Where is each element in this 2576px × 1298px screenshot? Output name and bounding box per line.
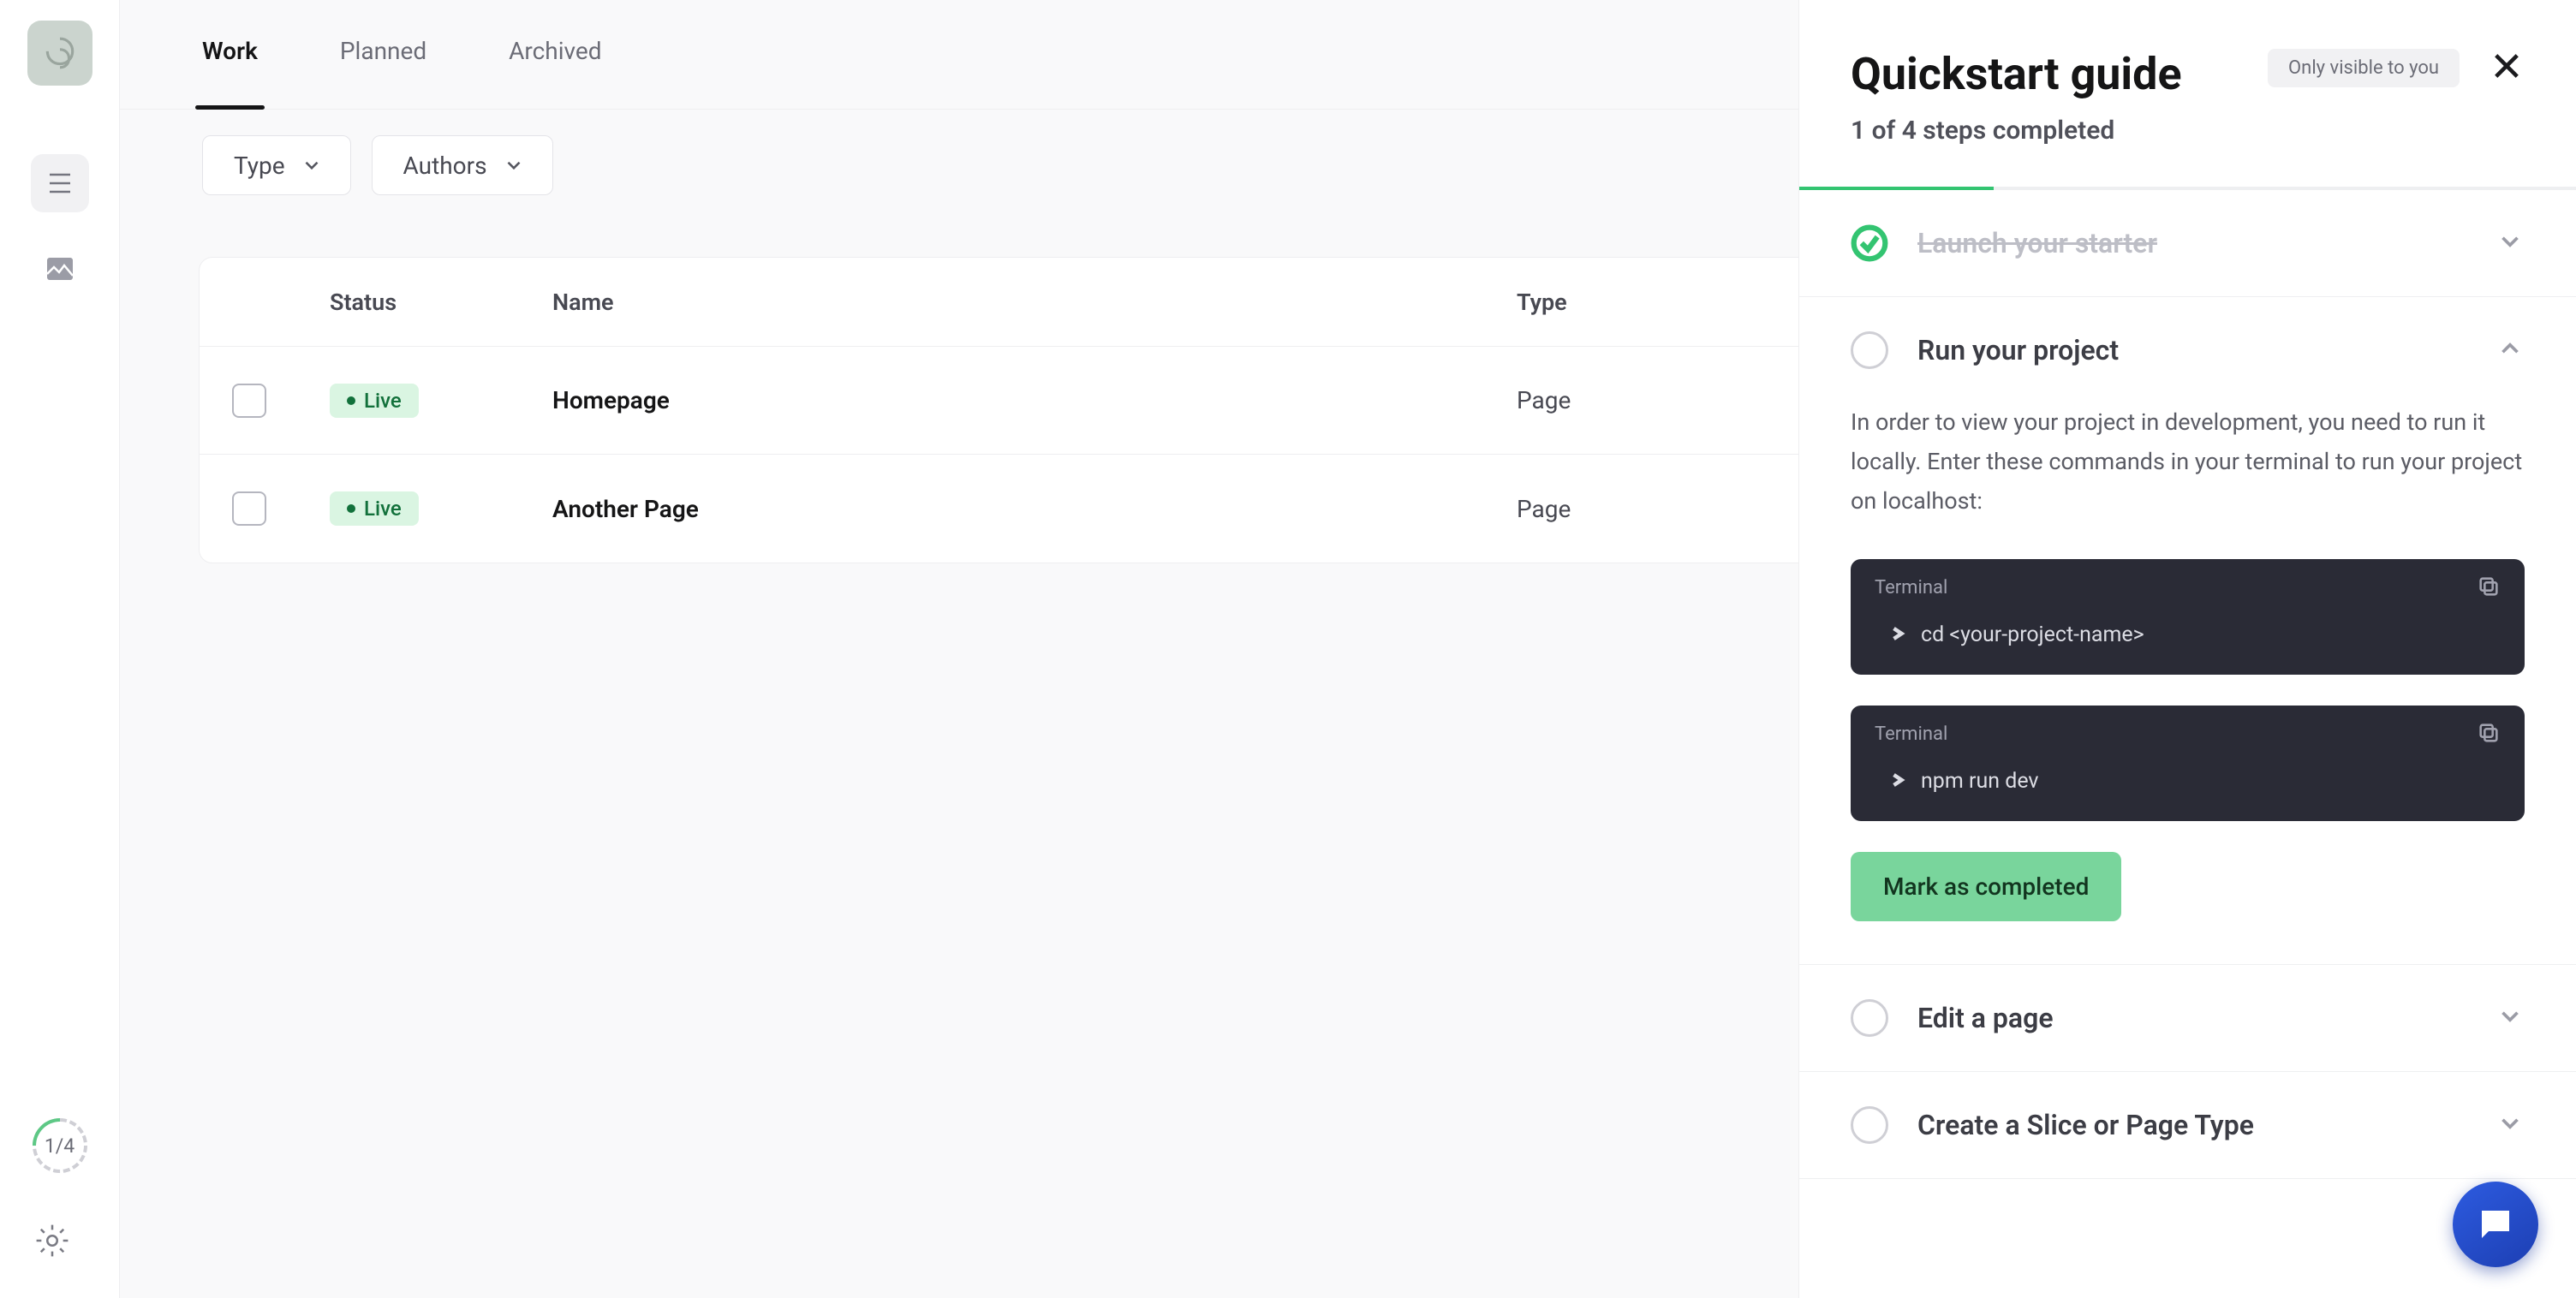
- step-edit-page: Edit a page: [1799, 965, 2576, 1072]
- progress-track: [1799, 187, 2576, 190]
- row-checkbox[interactable]: [232, 491, 266, 526]
- table-row[interactable]: Live Another Page Page: [200, 455, 1876, 563]
- status-badge: Live: [330, 491, 419, 526]
- chevron-down-icon: [2496, 1109, 2525, 1141]
- chevron-down-icon: [2496, 227, 2525, 259]
- filter-authors[interactable]: Authors: [372, 135, 553, 195]
- step-title: Edit a page: [1917, 1002, 2466, 1034]
- panel-header: Quickstart guide Only visible to you: [1799, 0, 2576, 116]
- chevron-down-icon: [301, 154, 323, 176]
- filter-type-label: Type: [234, 152, 285, 180]
- step-toggle[interactable]: Create a Slice or Page Type: [1799, 1072, 2576, 1178]
- step-bullet: [1851, 331, 1888, 369]
- mark-completed-button[interactable]: Mark as completed: [1851, 852, 2121, 921]
- panel-header-right: Only visible to you: [2268, 48, 2525, 87]
- terminal-label: Terminal: [1875, 577, 1947, 598]
- onboarding-progress-ring[interactable]: 1/4: [33, 1118, 87, 1173]
- chevron-down-icon: [2496, 1002, 2525, 1034]
- status-badge: Live: [330, 384, 419, 418]
- step-toggle[interactable]: Run your project: [1799, 297, 2576, 403]
- step-bullet: [1851, 1106, 1888, 1144]
- chat-fab[interactable]: [2453, 1182, 2538, 1267]
- close-icon: [2489, 48, 2525, 84]
- app-logo[interactable]: [27, 21, 92, 86]
- command-text: npm run dev: [1921, 769, 2039, 794]
- prompt-icon: [1890, 622, 1905, 647]
- terminal-block-1: Terminal cd <your-project-name>: [1851, 559, 2525, 675]
- documents-table: Status Name Type Live Homepage Page Live…: [199, 257, 1877, 563]
- copy-icon: [2477, 721, 2501, 745]
- filter-authors-label: Authors: [403, 152, 487, 180]
- tab-planned[interactable]: Planned: [340, 0, 426, 110]
- chevron-down-icon: [503, 154, 525, 176]
- left-sidebar: 1/4: [0, 0, 120, 1298]
- close-button[interactable]: [2489, 48, 2525, 87]
- sidebar-nav-documents[interactable]: [31, 154, 89, 212]
- panel-subtitle: 1 of 4 steps completed: [1799, 116, 2576, 187]
- th-name: Name: [552, 289, 1517, 316]
- row-checkbox[interactable]: [232, 384, 266, 418]
- filter-type[interactable]: Type: [202, 135, 351, 195]
- step-title: Launch your starter: [1917, 227, 2466, 259]
- visibility-pill: Only visible to you: [2268, 49, 2460, 87]
- step-title: Create a Slice or Page Type: [1917, 1109, 2466, 1141]
- table-header-row: Status Name Type: [200, 258, 1876, 347]
- progress-fill: [1799, 187, 1994, 190]
- step-description: In order to view your project in develop…: [1851, 403, 2525, 521]
- th-status: Status: [330, 289, 552, 316]
- table-row[interactable]: Live Homepage Page: [200, 347, 1876, 455]
- prompt-icon: [1890, 769, 1905, 794]
- sidebar-nav-settings[interactable]: [33, 1221, 87, 1264]
- row-name: Homepage: [552, 386, 1517, 414]
- step-title: Run your project: [1917, 334, 2466, 366]
- terminal-block-2: Terminal npm run dev: [1851, 706, 2525, 821]
- terminal-command: cd <your-project-name>: [1851, 610, 2525, 675]
- progress-fraction: 1/4: [45, 1134, 75, 1158]
- step-body: In order to view your project in develop…: [1799, 403, 2576, 964]
- sidebar-bottom-group: 1/4: [33, 1118, 87, 1264]
- tab-archived[interactable]: Archived: [509, 0, 601, 110]
- command-text: cd <your-project-name>: [1921, 622, 2144, 647]
- quickstart-panel: Quickstart guide Only visible to you 1 o…: [1798, 0, 2576, 1298]
- step-create-slice: Create a Slice or Page Type: [1799, 1072, 2576, 1179]
- copy-button[interactable]: [2477, 721, 2501, 748]
- step-launch-starter: Launch your starter: [1799, 190, 2576, 297]
- chevron-up-icon: [2496, 334, 2525, 366]
- step-bullet: [1851, 999, 1888, 1037]
- step-run-project: Run your project In order to view your p…: [1799, 297, 2576, 965]
- copy-button[interactable]: [2477, 575, 2501, 602]
- sidebar-nav-media[interactable]: [31, 240, 89, 298]
- panel-title: Quickstart guide: [1851, 48, 2182, 100]
- chat-icon: [2475, 1204, 2516, 1245]
- steps-list: Launch your starter Run your project In …: [1799, 190, 2576, 1298]
- step-toggle[interactable]: Edit a page: [1799, 965, 2576, 1071]
- step-toggle[interactable]: Launch your starter: [1799, 190, 2576, 296]
- check-icon: [1851, 224, 1888, 262]
- tab-work[interactable]: Work: [202, 0, 258, 110]
- row-name: Another Page: [552, 495, 1517, 523]
- copy-icon: [2477, 575, 2501, 598]
- filter-bar: Type Authors: [120, 110, 1798, 221]
- terminal-command: npm run dev: [1851, 757, 2525, 821]
- terminal-label: Terminal: [1875, 723, 1947, 745]
